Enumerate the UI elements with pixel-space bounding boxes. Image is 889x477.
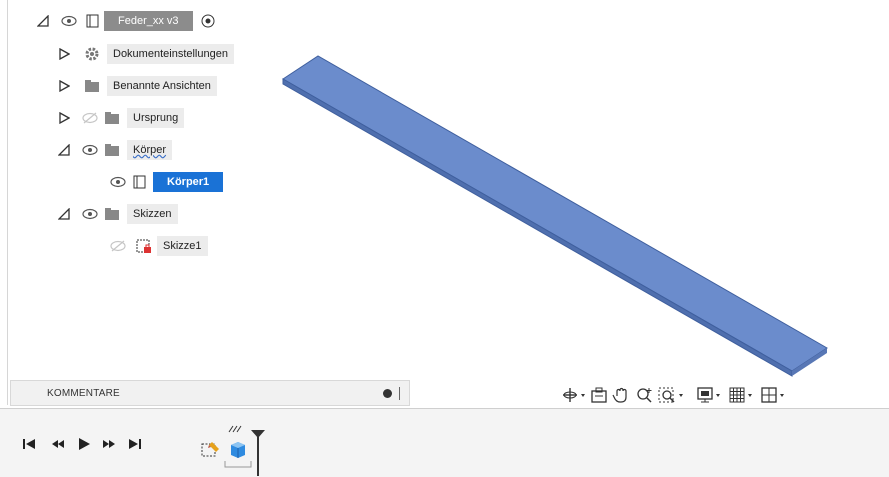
pan-icon[interactable] xyxy=(612,386,632,404)
browser-item-koerper[interactable]: Körper xyxy=(57,139,173,161)
collapse-triangle-icon[interactable] xyxy=(36,14,50,28)
previous-icon[interactable] xyxy=(50,436,66,452)
fit-icon[interactable] xyxy=(658,386,686,404)
last-icon[interactable] xyxy=(126,436,142,452)
grid-icon[interactable] xyxy=(728,386,756,404)
navigation-toolbar xyxy=(560,384,788,406)
item-label: Ursprung xyxy=(127,108,185,128)
folder-icon xyxy=(83,78,101,94)
eye-icon[interactable] xyxy=(81,143,99,157)
eye-icon[interactable] xyxy=(60,14,78,28)
timeline-hatch-icon xyxy=(228,424,244,434)
viewports-icon[interactable] xyxy=(760,386,788,404)
activate-radio-icon[interactable] xyxy=(199,13,217,29)
eye-icon[interactable] xyxy=(109,175,127,189)
timeline-sketch-feature-icon[interactable] xyxy=(200,440,222,460)
browser-item-skizzen[interactable]: Skizzen xyxy=(57,203,178,225)
display-settings-icon[interactable] xyxy=(696,386,724,404)
item-label: Körper1 xyxy=(153,172,224,192)
document-icon xyxy=(84,13,102,29)
zoom-icon[interactable] xyxy=(636,386,654,404)
eye-icon[interactable] xyxy=(81,207,99,221)
next-icon[interactable] xyxy=(101,436,117,452)
expand-triangle-icon[interactable] xyxy=(57,79,71,93)
body-icon xyxy=(131,174,149,190)
browser-item-ursprung[interactable]: Ursprung xyxy=(57,107,185,129)
timeline-extrude-feature-icon[interactable] xyxy=(228,438,248,460)
folder-icon xyxy=(103,110,121,126)
folder-icon xyxy=(103,142,121,158)
browser-item-skizze1[interactable]: Skizze1 xyxy=(109,235,208,257)
timeline-group-bracket xyxy=(224,460,254,470)
item-label: Dokumenteinstellungen xyxy=(107,44,234,64)
play-icon[interactable] xyxy=(76,436,92,452)
sketch-icon xyxy=(135,238,153,254)
collapse-triangle-icon[interactable] xyxy=(57,207,71,221)
item-label: Skizze1 xyxy=(157,236,208,256)
expand-triangle-icon[interactable] xyxy=(57,47,71,61)
expand-triangle-icon[interactable] xyxy=(57,111,71,125)
browser-item-dokumenteinstellungen[interactable]: Dokumenteinstellungen xyxy=(57,43,234,65)
add-comment-icon[interactable] xyxy=(383,389,392,398)
eye-hidden-icon[interactable] xyxy=(109,239,127,253)
collapse-triangle-icon[interactable] xyxy=(57,143,71,157)
browser-root[interactable]: Feder_xx v3 xyxy=(36,10,217,32)
orbit-icon[interactable] xyxy=(560,386,586,404)
first-icon[interactable] xyxy=(22,436,38,452)
eye-hidden-icon[interactable] xyxy=(81,111,99,125)
comments-label: KOMMENTARE xyxy=(47,388,120,399)
panel-divider xyxy=(399,387,400,400)
item-label: Benannte Ansichten xyxy=(107,76,217,96)
folder-icon xyxy=(103,206,121,222)
browser-item-benannte-ansichten[interactable]: Benannte Ansichten xyxy=(57,75,217,97)
gear-icon xyxy=(83,46,101,62)
item-label: Körper xyxy=(127,140,173,160)
root-label[interactable]: Feder_xx v3 xyxy=(104,11,193,31)
browser-item-koerper1[interactable]: Körper1 xyxy=(109,171,224,193)
item-label: Skizzen xyxy=(127,204,178,224)
comments-panel[interactable]: KOMMENTARE xyxy=(10,380,410,406)
look-at-icon[interactable] xyxy=(590,386,608,404)
